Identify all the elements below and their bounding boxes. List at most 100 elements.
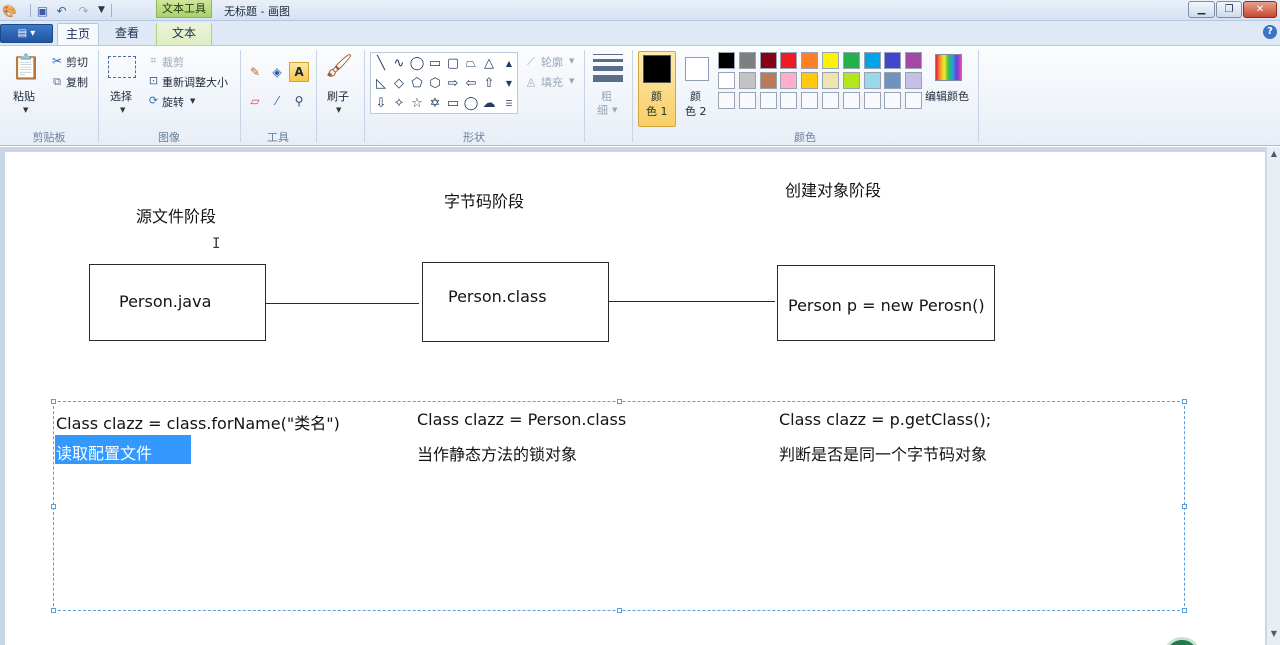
palette-swatch[interactable] xyxy=(863,52,881,69)
five-point-star-shape-icon[interactable]: ☆ xyxy=(409,95,425,111)
pencil-icon[interactable]: ✎ xyxy=(245,62,265,82)
resize-handle[interactable] xyxy=(617,399,622,404)
edit-colors-icon[interactable] xyxy=(935,54,962,81)
palette-swatch[interactable] xyxy=(738,52,756,69)
copy-button[interactable]: 复制 xyxy=(66,74,88,90)
color-picker-icon[interactable]: ⁄ xyxy=(267,91,287,111)
palette-swatch[interactable] xyxy=(759,72,777,89)
scroll-down-icon[interactable]: ▼ xyxy=(1267,629,1280,641)
line-shape-icon[interactable]: ╲ xyxy=(373,55,389,71)
resize-handle[interactable] xyxy=(1182,608,1187,613)
oval-shape-icon[interactable]: ◯ xyxy=(409,55,425,71)
tab-home[interactable]: 主页 xyxy=(57,23,99,45)
rectangle-shape-icon[interactable]: ▭ xyxy=(427,55,443,71)
paste-dropdown-icon[interactable]: ▼ xyxy=(23,106,28,114)
edit-colors-button[interactable]: 编辑颜色 xyxy=(925,88,969,104)
tab-text[interactable]: 文本 xyxy=(156,23,212,45)
curve-shape-icon[interactable]: ∿ xyxy=(391,55,407,71)
paint-menu-button[interactable]: ▤ ▾ xyxy=(0,24,53,43)
palette-swatch-empty[interactable] xyxy=(759,92,777,109)
palette-swatch[interactable] xyxy=(801,52,819,69)
right-arrow-shape-icon[interactable]: ⇨ xyxy=(445,75,461,91)
text-tool-icon[interactable]: A xyxy=(289,62,309,82)
help-icon[interactable]: ? xyxy=(1263,25,1277,39)
select-button[interactable]: 选择 xyxy=(110,88,132,104)
palette-swatch-empty[interactable] xyxy=(863,92,881,109)
palette-swatch[interactable] xyxy=(738,72,756,89)
palette-swatch[interactable] xyxy=(842,72,860,89)
scroll-up-icon[interactable]: ▲ xyxy=(1267,149,1280,161)
palette-swatch[interactable] xyxy=(822,72,839,89)
four-point-star-shape-icon[interactable]: ✧ xyxy=(391,95,407,111)
customize-quick-access-icon[interactable]: ▼ xyxy=(94,3,109,18)
paste-icon[interactable]: 📋 xyxy=(11,52,41,82)
oval-callout-shape-icon[interactable]: ◯ xyxy=(463,95,479,111)
palette-swatch[interactable] xyxy=(780,72,798,89)
redo-icon[interactable]: ↷ xyxy=(76,3,91,18)
resize-handle[interactable] xyxy=(1182,504,1187,509)
palette-swatch[interactable] xyxy=(718,72,735,89)
palette-swatch-empty[interactable] xyxy=(822,92,839,109)
palette-swatch-empty[interactable] xyxy=(718,92,735,109)
resize-handle[interactable] xyxy=(1182,399,1187,404)
undo-icon[interactable]: ↶ xyxy=(54,3,69,18)
fill-icon[interactable]: ◬ xyxy=(524,74,538,88)
cloud-callout-shape-icon[interactable]: ☁ xyxy=(481,95,497,111)
palette-swatch-empty[interactable] xyxy=(884,92,902,109)
rotate-button[interactable]: 旋转 xyxy=(162,94,184,110)
palette-swatch-empty[interactable] xyxy=(780,92,798,109)
palette-swatch-empty[interactable] xyxy=(842,92,860,109)
paint-app-icon[interactable]: 🎨 xyxy=(2,3,17,18)
palette-swatch[interactable] xyxy=(863,72,881,89)
color-2-label-a[interactable]: 颜 xyxy=(690,88,701,104)
up-arrow-shape-icon[interactable]: ⇧ xyxy=(481,75,497,91)
resize-icon[interactable]: ⊡ xyxy=(147,74,160,87)
fill-button[interactable]: 填充 xyxy=(541,74,563,90)
crop-button[interactable]: 裁剪 xyxy=(162,54,184,70)
rectangle-callout-shape-icon[interactable]: ▭ xyxy=(445,95,461,111)
eraser-icon[interactable]: ▱ xyxy=(245,91,265,111)
down-arrow-shape-icon[interactable]: ⇩ xyxy=(373,95,389,111)
magnifier-icon[interactable]: ⚲ xyxy=(289,91,309,111)
select-dropdown-icon[interactable]: ▼ xyxy=(120,106,125,114)
palette-swatch[interactable] xyxy=(905,52,923,69)
rotate-dropdown-icon[interactable]: ▼ xyxy=(190,97,195,105)
size-label-2[interactable]: 细 xyxy=(597,102,608,118)
crop-icon[interactable]: ⌗ xyxy=(147,54,160,67)
brushes-dropdown-icon[interactable]: ▼ xyxy=(336,106,341,114)
color-2-label-b[interactable]: 色 2 xyxy=(685,103,707,119)
diamond-shape-icon[interactable]: ◇ xyxy=(391,75,407,91)
vertical-scrollbar[interactable]: ▲ ▼ xyxy=(1266,147,1280,645)
outline-dropdown-icon[interactable]: ▼ xyxy=(569,57,574,65)
paste-button[interactable]: 粘贴 xyxy=(13,88,35,104)
resize-handle[interactable] xyxy=(51,504,56,509)
pentagon-shape-icon[interactable]: ⬠ xyxy=(409,75,425,91)
select-icon[interactable] xyxy=(108,56,136,78)
left-arrow-shape-icon[interactable]: ⇦ xyxy=(463,75,479,91)
palette-swatch-empty[interactable] xyxy=(738,92,756,109)
polygon-shape-icon[interactable]: ⏢ xyxy=(463,55,479,71)
palette-swatch[interactable] xyxy=(884,72,902,89)
resize-button[interactable]: 重新调整大小 xyxy=(162,74,228,90)
palette-swatch[interactable] xyxy=(842,52,860,69)
save-icon[interactable]: ▣ xyxy=(35,3,50,18)
shapes-more-icon[interactable]: ☰ xyxy=(501,95,517,111)
shapes-scroll-up-icon[interactable]: ▲ xyxy=(501,55,517,71)
resize-handle[interactable] xyxy=(617,608,622,613)
note-read-config[interactable]: 读取配置文件 xyxy=(56,440,152,464)
shapes-scroll-down-icon[interactable]: ▼ xyxy=(501,75,517,91)
maximize-button[interactable]: ❐ xyxy=(1216,1,1242,18)
fill-dropdown-icon[interactable]: ▼ xyxy=(569,77,574,85)
palette-swatch[interactable] xyxy=(884,52,902,69)
palette-swatch[interactable] xyxy=(759,52,777,69)
cut-button[interactable]: 剪切 xyxy=(66,54,88,70)
hexagon-shape-icon[interactable]: ⬡ xyxy=(427,75,443,91)
tab-view[interactable]: 查看 xyxy=(104,23,150,45)
palette-swatch[interactable] xyxy=(801,72,819,89)
resize-handle[interactable] xyxy=(51,399,56,404)
outline-icon[interactable]: ⟋ xyxy=(524,54,538,68)
cut-icon[interactable]: ✂ xyxy=(50,54,64,68)
fill-bucket-icon[interactable]: ◈ xyxy=(267,62,287,82)
brushes-button[interactable]: 刷子 xyxy=(327,88,349,104)
copy-icon[interactable]: ⧉ xyxy=(50,74,64,88)
